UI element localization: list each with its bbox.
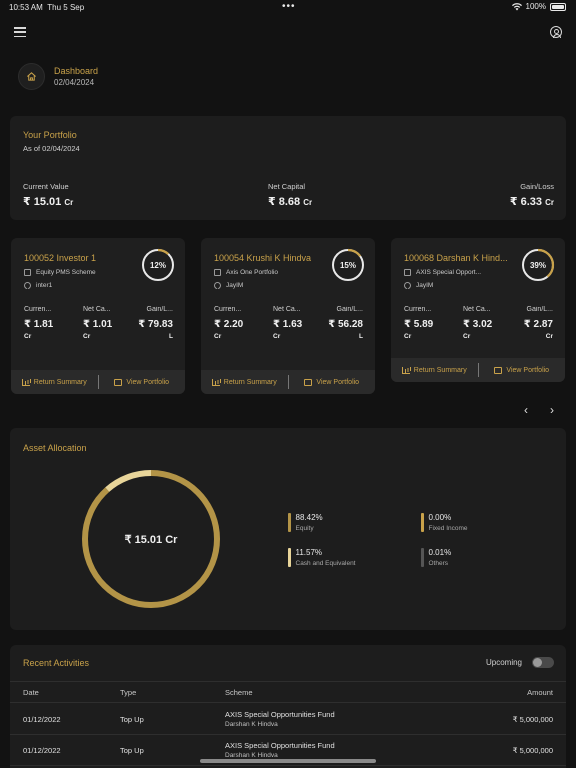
chevron-right-icon[interactable]: › [550,403,554,417]
investor-tag: inter1 [36,282,53,289]
home-indicator[interactable] [200,759,376,763]
percent-ring: 12% [141,248,175,282]
current-value: Curren... ₹ 1.81 Cr [24,306,54,340]
investor-card[interactable]: 100052 Investor 1 Equity PMS Scheme inte… [11,238,185,394]
investor-tag: JayIM [226,282,244,289]
view-portfolio-button[interactable]: View Portfolio [99,378,186,386]
portfolio-icon [304,378,313,386]
bar-chart-icon [401,366,410,374]
upcoming-label: Upcoming [485,658,522,667]
allocation-total: ₹ 15.01 Cr [125,534,179,546]
multitask-dots-icon[interactable]: ••• [282,1,296,12]
scheme-icon [404,269,411,276]
table-row[interactable]: 01/12/2022 Top Up AXIS Special Opportuni… [10,704,566,735]
recent-activities-card: Recent Activities Upcoming Date Type Sch… [10,645,566,768]
home-icon [27,72,36,81]
investor-scheme: AXIS Special Opport... [416,269,482,276]
menu-icon[interactable] [14,27,26,38]
current-value-metric: Current Value ₹ 15.01 Cr [23,182,74,208]
percent-ring: 39% [521,248,555,282]
table-header: Date Type Scheme Amount [10,681,566,703]
percent-label: 15% [339,260,356,270]
percent-label: 39% [529,260,546,270]
portfolio-as-of: As of 02/04/2024 [23,144,80,153]
view-portfolio-button[interactable]: View Portfolio [479,366,566,374]
status-date: Thu 5 Sep [47,3,85,12]
status-time: 10:53 AM [9,3,43,12]
net-capital: Net Ca... ₹ 3.02 Cr [463,306,493,340]
recent-activities-title: Recent Activities [23,658,90,668]
return-summary-button[interactable]: Return Summary [11,378,98,386]
net-capital-metric: Net Capital ₹ 8.68 Cr [268,182,313,208]
column-amount: Amount [527,688,553,697]
battery-icon [550,2,566,11]
legend-equity: 88.42% Equity [288,513,323,532]
page-title: Dashboard [54,66,99,76]
percent-label: 12% [149,260,166,270]
net-capital: Net Ca... ₹ 1.01 Cr [83,306,113,340]
portfolio-title: Your Portfolio [23,130,77,140]
gain-loss: Gain/L... ₹ 56.28 L [328,306,363,340]
current-value: Curren... ₹ 5.89 Cr [404,306,434,340]
portfolio-icon [114,378,123,386]
scheme-icon [214,269,221,276]
column-scheme: Scheme [225,688,253,697]
current-value: Curren... ₹ 2.20 Cr [214,306,244,340]
legend-cash-and-equivalent: 11.57% Cash and Equivalent [288,548,356,567]
user-profile-icon[interactable] [550,26,562,38]
asset-allocation-title: Asset Allocation [23,443,87,453]
chevron-left-icon[interactable]: ‹ [524,403,528,417]
gain-loss: Gain/L... ₹ 2.87 Cr [523,306,553,340]
investor-scheme: Axis One Portfolio [226,269,279,276]
investor-scheme: Equity PMS Scheme [36,269,96,276]
portfolio-icon [494,366,503,374]
upcoming-toggle[interactable] [532,657,554,668]
gain-loss: Gain/L... ₹ 79.83 L [138,306,173,340]
legend-others: 0.01% Others [421,548,451,567]
investor-name: 100068 Darshan K Hind... [404,253,508,263]
portfolio-summary-card: Your Portfolio As of 02/04/2024 Current … [10,116,566,220]
scheme-icon [24,269,31,276]
view-portfolio-button[interactable]: View Portfolio [289,378,376,386]
page-date: 02/04/2024 [54,78,95,87]
tag-icon [404,282,413,289]
battery-percent: 100% [525,2,546,11]
bar-chart-icon [21,378,30,386]
tag-icon [214,282,223,289]
investor-card[interactable]: 100068 Darshan K Hind... AXIS Special Op… [391,238,565,382]
asset-allocation-card: Asset Allocation ₹ 15.01 Cr 88.42% Equity… [10,428,566,630]
return-summary-button[interactable]: Return Summary [391,366,478,374]
allocation-donut-chart: ₹ 15.01 Cr [82,470,220,608]
status-bar: 10:53 AM Thu 5 Sep ••• 100% [0,0,576,16]
home-button[interactable] [18,63,45,90]
investor-card[interactable]: 100054 Krushi K Hindva Axis One Portfoli… [201,238,375,394]
return-summary-button[interactable]: Return Summary [201,378,288,386]
gain-loss-metric: Gain/Loss ₹ 6.33 Cr [509,182,554,208]
wifi-icon [511,2,522,10]
bar-chart-icon [211,378,220,386]
net-capital: Net Ca... ₹ 1.63 Cr [273,306,303,340]
percent-ring: 15% [331,248,365,282]
column-date: Date [23,688,39,697]
legend-fixed-income: 0.00% Fixed Income [421,513,468,532]
investor-name: 100054 Krushi K Hindva [214,253,312,263]
column-type: Type [120,688,137,697]
tag-icon [24,282,33,289]
investor-tag: JayIM [416,282,434,289]
investor-name: 100052 Investor 1 [24,253,97,263]
